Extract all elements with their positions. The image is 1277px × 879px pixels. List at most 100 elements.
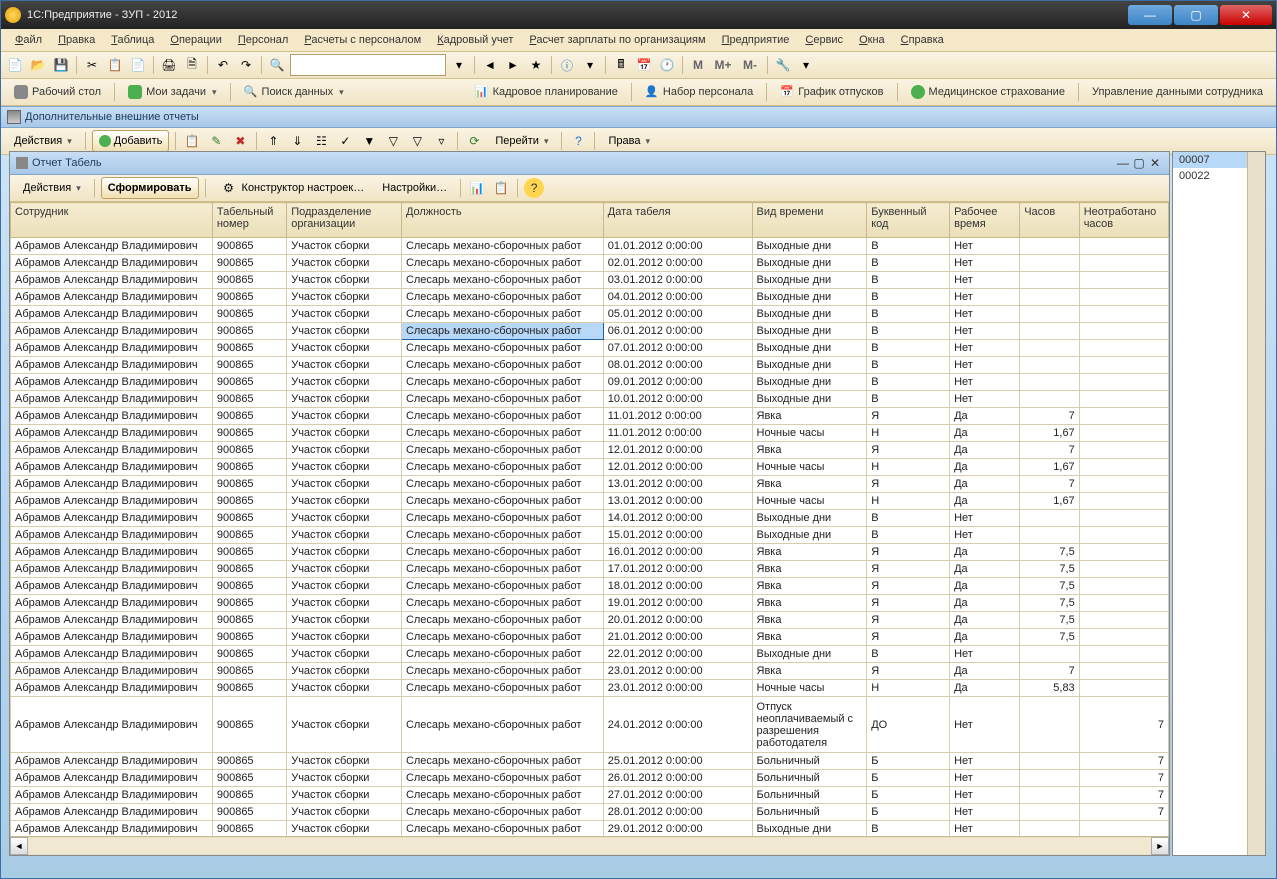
table-row[interactable]: Абрамов Александр Владимирович900865Учас…: [11, 697, 1169, 753]
table-row[interactable]: Абрамов Александр Владимирович900865Учас…: [11, 306, 1169, 323]
cell[interactable]: Нет: [950, 374, 1020, 391]
table-row[interactable]: Абрамов Александр Владимирович900865Учас…: [11, 663, 1169, 680]
cell[interactable]: Участок сборки: [287, 697, 402, 753]
table-row[interactable]: Абрамов Александр Владимирович900865Учас…: [11, 459, 1169, 476]
cell[interactable]: Б: [867, 787, 950, 804]
nav-recruit[interactable]: 👤Набор персонала: [636, 81, 762, 103]
cell[interactable]: 900865: [212, 238, 286, 255]
memory-mminus-icon[interactable]: M-: [738, 55, 762, 75]
cell[interactable]: 09.01.2012 0:00:00: [603, 374, 752, 391]
cell[interactable]: [1020, 770, 1079, 787]
cell[interactable]: 05.01.2012 0:00:00: [603, 306, 752, 323]
table-row[interactable]: Абрамов Александр Владимирович900865Учас…: [11, 442, 1169, 459]
cell[interactable]: Ночные часы: [752, 459, 867, 476]
form-button[interactable]: Сформировать: [101, 177, 199, 199]
report-close-button[interactable]: ✕: [1147, 156, 1163, 170]
cell[interactable]: [1079, 357, 1168, 374]
cell[interactable]: Б: [867, 770, 950, 787]
cell[interactable]: [1020, 374, 1079, 391]
cell[interactable]: 900865: [212, 680, 286, 697]
cell[interactable]: Н: [867, 680, 950, 697]
save-icon[interactable]: 💾: [51, 55, 71, 75]
cell[interactable]: ДО: [867, 697, 950, 753]
cell[interactable]: Абрамов Александр Владимирович: [11, 510, 213, 527]
cell[interactable]: 900865: [212, 697, 286, 753]
menu-item[interactable]: Окна: [851, 32, 893, 48]
cell[interactable]: Участок сборки: [287, 770, 402, 787]
minimize-button[interactable]: —: [1128, 5, 1172, 25]
table-row[interactable]: Абрамов Александр Владимирович900865Учас…: [11, 323, 1169, 340]
cell[interactable]: В: [867, 357, 950, 374]
cell[interactable]: Абрамов Александр Владимирович: [11, 770, 213, 787]
wrench-dropdown-icon[interactable]: ▾: [796, 55, 816, 75]
cell[interactable]: Выходные дни: [752, 391, 867, 408]
cell[interactable]: Абрамов Александр Владимирович: [11, 340, 213, 357]
nav-desktop[interactable]: Рабочий стол: [5, 81, 110, 103]
scroll-left-button[interactable]: ◄: [10, 837, 28, 855]
cell[interactable]: [1020, 289, 1079, 306]
cell[interactable]: [1020, 340, 1079, 357]
cell[interactable]: 900865: [212, 408, 286, 425]
cell[interactable]: Участок сборки: [287, 663, 402, 680]
cell[interactable]: Слесарь механо-сборочных работ: [401, 459, 603, 476]
cell[interactable]: 7: [1079, 804, 1168, 821]
cell[interactable]: 900865: [212, 442, 286, 459]
cell[interactable]: 29.01.2012 0:00:00: [603, 821, 752, 837]
cell[interactable]: Выходные дни: [752, 510, 867, 527]
cell[interactable]: Нет: [950, 804, 1020, 821]
back-icon[interactable]: ◄: [480, 55, 500, 75]
cell[interactable]: Абрамов Александр Владимирович: [11, 595, 213, 612]
table-row[interactable]: Абрамов Александр Владимирович900865Учас…: [11, 770, 1169, 787]
cell[interactable]: Явка: [752, 612, 867, 629]
copy-icon[interactable]: 📋: [105, 55, 125, 75]
cell[interactable]: Явка: [752, 663, 867, 680]
table-row[interactable]: Абрамов Александр Владимирович900865Учас…: [11, 629, 1169, 646]
cell[interactable]: [1020, 753, 1079, 770]
delete-icon[interactable]: ✖: [230, 131, 250, 151]
cell[interactable]: Явка: [752, 578, 867, 595]
cell[interactable]: 900865: [212, 804, 286, 821]
cell[interactable]: [1079, 272, 1168, 289]
cell[interactable]: 27.01.2012 0:00:00: [603, 787, 752, 804]
cell[interactable]: [1020, 646, 1079, 663]
cell[interactable]: [1079, 493, 1168, 510]
cell[interactable]: 900865: [212, 753, 286, 770]
cell[interactable]: Абрамов Александр Владимирович: [11, 663, 213, 680]
cell[interactable]: 07.01.2012 0:00:00: [603, 340, 752, 357]
nav-planning[interactable]: 📊Кадровое планирование: [466, 81, 627, 103]
cell[interactable]: Участок сборки: [287, 391, 402, 408]
cell[interactable]: [1079, 238, 1168, 255]
cell[interactable]: [1020, 510, 1079, 527]
cell[interactable]: [1020, 238, 1079, 255]
cell[interactable]: 15.01.2012 0:00:00: [603, 527, 752, 544]
cell[interactable]: 7: [1020, 442, 1079, 459]
cell[interactable]: Участок сборки: [287, 612, 402, 629]
cell[interactable]: Нет: [950, 391, 1020, 408]
cell[interactable]: 7: [1079, 697, 1168, 753]
cell[interactable]: Участок сборки: [287, 646, 402, 663]
cell[interactable]: Выходные дни: [752, 374, 867, 391]
cell[interactable]: 900865: [212, 595, 286, 612]
cell[interactable]: Б: [867, 804, 950, 821]
info-dropdown-icon[interactable]: ▾: [580, 55, 600, 75]
cell[interactable]: 900865: [212, 357, 286, 374]
memory-mplus-icon[interactable]: M+: [711, 55, 735, 75]
cell[interactable]: Слесарь механо-сборочных работ: [401, 629, 603, 646]
cell[interactable]: 17.01.2012 0:00:00: [603, 561, 752, 578]
cell[interactable]: Слесарь механо-сборочных работ: [401, 272, 603, 289]
column-header[interactable]: Часов: [1020, 203, 1079, 238]
cell[interactable]: 900865: [212, 289, 286, 306]
print-preview-icon[interactable]: 🗎: [182, 55, 202, 75]
cell[interactable]: Я: [867, 629, 950, 646]
cell[interactable]: 7: [1079, 787, 1168, 804]
table-row[interactable]: Абрамов Александр Владимирович900865Учас…: [11, 476, 1169, 493]
refresh-icon[interactable]: ⟳: [464, 131, 484, 151]
column-header[interactable]: Неотработано часов: [1079, 203, 1168, 238]
cell[interactable]: Абрамов Александр Владимирович: [11, 527, 213, 544]
cell[interactable]: В: [867, 510, 950, 527]
cell[interactable]: В: [867, 391, 950, 408]
cell[interactable]: 11.01.2012 0:00:00: [603, 425, 752, 442]
cell[interactable]: [1079, 425, 1168, 442]
menu-item[interactable]: Расчеты с персоналом: [296, 32, 429, 48]
cell[interactable]: Участок сборки: [287, 787, 402, 804]
